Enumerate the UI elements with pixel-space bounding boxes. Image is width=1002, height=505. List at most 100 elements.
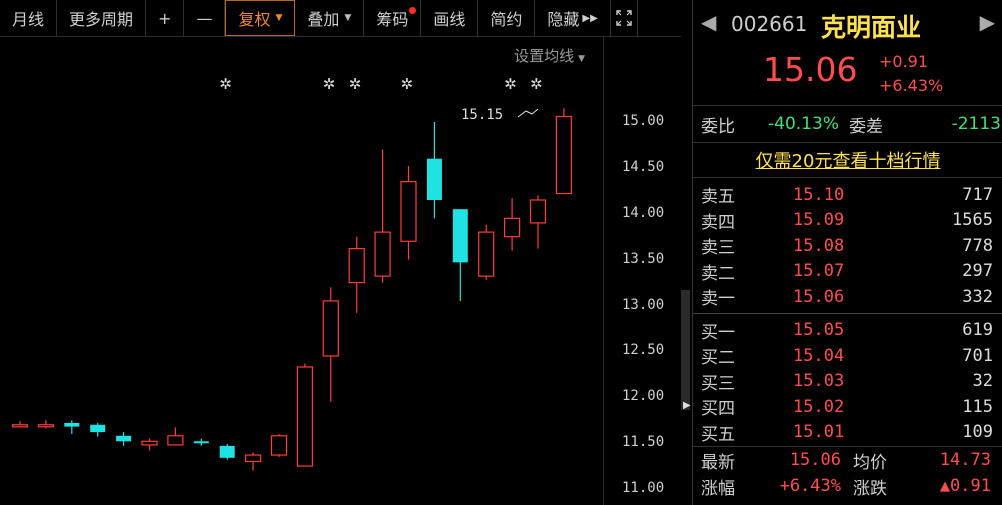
zoom-out-button[interactable]: —	[184, 0, 226, 36]
avg-price-label: 均价	[853, 452, 887, 473]
candle	[167, 427, 184, 446]
notification-dot-icon	[409, 7, 417, 14]
weicha-label: 委差	[849, 116, 883, 137]
more-periods-label: 更多周期	[69, 10, 134, 29]
candle-body	[400, 181, 417, 242]
last-price: 15.06	[763, 50, 858, 89]
chips-button[interactable]: 筹码	[364, 0, 422, 36]
price-tick-label: 12.50	[622, 342, 665, 359]
price-change-pct: +6.43%	[879, 76, 944, 95]
stock-code: 002661	[731, 12, 808, 36]
ask-level-row[interactable]: 卖四 15.09 1565	[693, 208, 1002, 234]
candle-body	[296, 366, 313, 467]
bid-level-row[interactable]: 买一 15.05 619	[693, 318, 1002, 344]
candle	[296, 363, 313, 467]
hide-label: 隐藏	[547, 10, 580, 29]
ask-level-row[interactable]: 卖二 15.07 297	[693, 259, 1002, 285]
ask-level-label: 卖五	[701, 187, 735, 208]
kline-chart[interactable]: 设置均线 ▼ 15.00 14.50 14.00 13.50 13.00 12.50 12.0…	[0, 37, 681, 505]
candle-body	[37, 424, 55, 428]
ask-level-label: 卖二	[701, 263, 735, 284]
bid-level-label: 买三	[701, 373, 735, 394]
candle-body	[167, 435, 184, 446]
event-star-icon[interactable]: ✲	[401, 77, 414, 92]
adjust-rights-label: 复权	[238, 10, 271, 29]
order-ratio-row: 委比 -40.13% 委差 -2113	[693, 106, 1002, 143]
next-stock-icon[interactable]: ▶	[980, 10, 995, 34]
candle	[452, 209, 468, 301]
expand-icon-svg	[616, 10, 632, 26]
adjust-rights-dropdown[interactable]: 复权 ▼	[225, 0, 296, 36]
ask-level-row[interactable]: 卖五 15.10 717	[693, 182, 1002, 208]
event-star-icon[interactable]: ✲	[323, 77, 336, 92]
hide-button[interactable]: 隐藏 ▶▶	[535, 0, 611, 36]
candle-body	[348, 248, 365, 284]
price-tick-label: 13.50	[622, 250, 665, 267]
candle	[529, 195, 547, 249]
simple-mode-label: 简约	[490, 10, 523, 29]
candle	[374, 149, 391, 283]
period-month-label: 月线	[12, 10, 45, 29]
bid-level-row[interactable]: 买二 15.04 701	[693, 343, 1002, 369]
candle-body	[478, 231, 495, 277]
bid-level-price: 15.02	[793, 396, 845, 417]
ask-level-volume: 778	[962, 235, 993, 256]
ask-level-price: 15.08	[793, 235, 845, 256]
collapse-arrow-icon[interactable]: ▶	[683, 400, 691, 411]
ask-level-price: 15.09	[793, 210, 845, 231]
ten-level-link-row: 仅需20元查看十档行情	[693, 143, 1002, 178]
chips-label: 筹码	[376, 10, 409, 29]
event-star-icon[interactable]: ✲	[219, 77, 232, 92]
price-tick-label: 12.00	[622, 388, 665, 405]
candle-body	[322, 300, 339, 357]
bid-level-volume: 619	[962, 320, 993, 341]
bid-level-label: 买二	[701, 348, 735, 369]
candle	[245, 452, 262, 471]
weibi-label: 委比	[701, 116, 735, 137]
quote-header: ◀ 002661 克明面业 ▶ 15.06 +0.91 +6.43%	[693, 0, 1002, 106]
ten-level-link[interactable]: 仅需20元查看十档行情	[756, 147, 941, 173]
candle-body	[555, 115, 573, 195]
draw-line-label: 画线	[433, 10, 466, 29]
candle	[116, 432, 132, 446]
candle-body	[529, 199, 547, 224]
pct-change-value: +6.43%	[779, 476, 841, 496]
simple-mode-button[interactable]: 简约	[478, 0, 536, 36]
zoom-in-button[interactable]: +	[146, 0, 185, 36]
caret-down-icon: ▼	[275, 13, 283, 23]
panel-collapse-handle[interactable]	[681, 290, 690, 410]
overlay-dropdown[interactable]: 叠加 ▼	[295, 0, 365, 36]
bid-level-volume: 701	[962, 345, 993, 366]
weicha-value: -2113	[951, 114, 1001, 134]
candle-body	[141, 440, 158, 446]
bid-level-row[interactable]: 买四 15.02 115	[693, 394, 1002, 420]
chart-toolbar: 月线 更多周期 + — 复权 ▼ 叠加 ▼ 筹码 画线 简约 隐藏 ▶▶	[0, 0, 681, 37]
period-month-button[interactable]: 月线	[0, 0, 58, 36]
candle	[90, 422, 106, 437]
candle	[400, 166, 417, 260]
more-periods-button[interactable]: 更多周期	[57, 0, 147, 36]
expand-icon[interactable]	[611, 0, 638, 36]
ask-level-row[interactable]: 卖三 15.08 778	[693, 233, 1002, 259]
price-tick-label: 14.00	[622, 204, 665, 221]
bid-level-row[interactable]: 买三 15.03 32	[693, 369, 1002, 395]
draw-line-button[interactable]: 画线	[421, 0, 479, 36]
overlay-label: 叠加	[307, 10, 340, 29]
candle	[322, 287, 339, 402]
candle-body	[504, 217, 521, 238]
ask-level-row[interactable]: 卖一 15.06 332	[693, 284, 1002, 310]
stats-row-1: 最新 15.06 均价 14.73	[693, 447, 1002, 473]
bid-level-volume: 32	[972, 371, 993, 392]
candle-body	[11, 424, 29, 428]
candle	[11, 421, 29, 428]
event-star-icon[interactable]: ✲	[349, 77, 362, 92]
stock-name: 克明面业	[821, 13, 922, 42]
ask-level-volume: 717	[962, 184, 993, 205]
event-star-icon[interactable]: ✲	[530, 77, 543, 92]
stats-block: 最新 15.06 均价 14.73 涨幅 +6.43% 涨跌 ▲0.91	[693, 446, 1002, 499]
bid-level-row[interactable]: 买五 15.01 109	[693, 420, 1002, 446]
price-change: +0.91	[879, 52, 929, 71]
event-star-icon[interactable]: ✲	[504, 77, 517, 92]
bid-level-price: 15.03	[793, 371, 845, 392]
prev-stock-icon[interactable]: ◀	[701, 10, 716, 34]
